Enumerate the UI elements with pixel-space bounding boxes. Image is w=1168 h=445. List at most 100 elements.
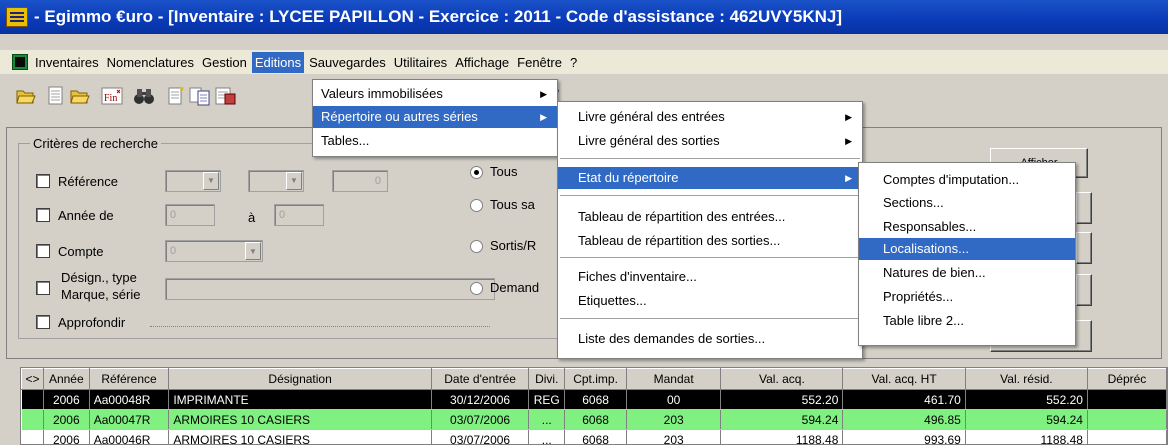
radio-tous-sauf-label: Tous sa (490, 197, 535, 212)
cell-annee: 2006 (43, 409, 90, 430)
radio-demandes[interactable] (470, 282, 483, 295)
menu-inventaires[interactable]: Inventaires (32, 52, 102, 73)
menu-utilitaires[interactable]: Utilitaires (391, 52, 450, 73)
menu-item-sections[interactable]: Sections... (859, 192, 1075, 214)
column-division[interactable]: Divi. (528, 368, 566, 390)
annee-checkbox[interactable] (36, 208, 50, 222)
menu-nomenclatures[interactable]: Nomenclatures (104, 52, 197, 73)
table-row[interactable]: 2006 Aa00046R ARMOIRES 10 CASIERS 03/07/… (21, 429, 1167, 444)
approfondir-checkbox[interactable] (36, 315, 50, 329)
menu-item-fiches-inventaire[interactable]: Fiches d'inventaire... (558, 266, 862, 288)
svg-text:Fin: Fin (104, 93, 117, 104)
side-button-1[interactable] (1076, 192, 1092, 224)
cell-val-acq: 1188.48 (720, 429, 844, 444)
designation-field[interactable] (165, 278, 495, 300)
column-val-acq-ht[interactable]: Val. acq. HT (842, 368, 966, 390)
cell-val-resid: 552.20 (965, 389, 1088, 410)
binoculars-icon[interactable] (132, 84, 156, 108)
radio-sortis[interactable] (470, 240, 483, 253)
approfondir-separator (150, 326, 490, 327)
menu-item-repertoire[interactable]: Répertoire ou autres séries ▶ (313, 106, 557, 128)
menu-affichage[interactable]: Affichage (452, 52, 512, 73)
column-annee[interactable]: Année (42, 368, 90, 390)
column-sort-header[interactable]: <> (21, 368, 44, 390)
search-criteria-title: Critères de recherche (30, 136, 161, 151)
cell-divi: ... (528, 409, 566, 430)
fin-icon[interactable]: Fin (100, 84, 124, 108)
menu-item-responsables[interactable]: Responsables... (859, 216, 1075, 238)
folder-open-icon[interactable] (14, 84, 38, 108)
menu-help[interactable]: ? (567, 52, 580, 73)
annee-to-field[interactable]: 0 (274, 204, 324, 226)
copy-icon[interactable] (188, 84, 212, 108)
column-deprec[interactable]: Dépréc (1086, 368, 1167, 390)
menu-item-valeurs-immobilisees[interactable]: Valeurs immobilisées ▶ (313, 83, 557, 105)
chevron-down-icon[interactable]: ▼ (286, 172, 302, 190)
radio-tous-sauf[interactable] (470, 199, 483, 212)
menu-item-etiquettes[interactable]: Etiquettes... (558, 290, 862, 312)
column-val-acq[interactable]: Val. acq. (720, 368, 844, 390)
menu-item-livre-sorties[interactable]: Livre général des sorties ▶ (558, 130, 862, 152)
properties-icon[interactable] (214, 84, 238, 108)
cell-cpt: 6068 (564, 429, 627, 444)
document-icon[interactable] (44, 84, 68, 108)
reference-combo-2[interactable]: ▼ (248, 170, 304, 192)
column-reference[interactable]: Référence (88, 368, 170, 390)
column-designation[interactable]: Désignation (168, 368, 432, 390)
cell-date: 30/12/2006 (431, 389, 530, 410)
app-icon[interactable] (6, 7, 28, 27)
table-row[interactable]: 2006 Aa00048R IMPRIMANTE 30/12/2006 REG … (21, 389, 1167, 410)
menu-item-etat-repertoire[interactable]: Etat du répertoire ▶ (558, 167, 862, 189)
menu-bar: Inventaires Nomenclatures Gestion Editio… (0, 50, 1168, 74)
column-cpt-imp[interactable]: Cpt.imp. (564, 368, 627, 390)
menu-item-natures-bien[interactable]: Natures de bien... (859, 262, 1075, 284)
menu-separator (560, 318, 860, 319)
menu-item-proprietes[interactable]: Propriétés... (859, 286, 1075, 308)
cell-reference: Aa00046R (89, 429, 170, 444)
folder-icon[interactable] (68, 84, 92, 108)
menu-fenetre[interactable]: Fenêtre (514, 52, 565, 73)
designation-checkbox[interactable] (36, 281, 50, 295)
cell-date: 03/07/2006 (431, 429, 530, 444)
annee-label: Année de (58, 208, 114, 223)
menu-editions[interactable]: Editions (251, 51, 305, 73)
reference-checkbox[interactable] (36, 174, 50, 188)
menu-item-tableau-sorties[interactable]: Tableau de répartition des sorties... (558, 230, 862, 252)
cell-designation: ARMOIRES 10 CASIERS (168, 409, 432, 430)
column-mandat[interactable]: Mandat (625, 368, 722, 390)
menu-item-livre-entrees[interactable]: Livre général des entrées ▶ (558, 106, 862, 128)
title-bar: - Egimmo €uro - [Inventaire : LYCEE PAPI… (0, 0, 1168, 34)
cell-annee: 2006 (43, 389, 90, 410)
reference-combo-1[interactable]: ▼ (165, 170, 221, 192)
menu-item-localisations[interactable]: Localisations... (859, 238, 1075, 260)
cell-mandat: 203 (626, 429, 722, 444)
annee-from-field[interactable]: 0 (165, 204, 215, 226)
chevron-down-icon[interactable]: ▼ (203, 172, 219, 190)
cell-val-ht: 461.70 (842, 389, 966, 410)
menu-item-table-libre-2[interactable]: Table libre 2... (859, 310, 1075, 332)
menu-item-liste-demandes[interactable]: Liste des demandes de sorties... (558, 328, 862, 350)
inventory-grid[interactable]: <> Année Référence Désignation Date d'en… (20, 367, 1168, 445)
radio-tous[interactable] (470, 166, 483, 179)
annee-to-label: à (248, 210, 256, 225)
menu-item-comptes-imputation[interactable]: Comptes d'imputation... (859, 169, 1075, 191)
child-window-icon[interactable] (12, 54, 28, 70)
reference-number-field[interactable]: 0 (332, 170, 388, 192)
menu-item-tables[interactable]: Tables... (313, 130, 557, 152)
chevron-down-icon[interactable]: ▼ (245, 242, 261, 260)
menu-sauvegardes[interactable]: Sauvegardes (306, 52, 389, 73)
column-date-entree[interactable]: Date d'entrée (430, 368, 530, 390)
table-row[interactable]: 2006 Aa00047R ARMOIRES 10 CASIERS 03/07/… (21, 409, 1167, 430)
menu-item-tableau-entrees[interactable]: Tableau de répartition des entrées... (558, 206, 862, 228)
cell-mandat: 203 (626, 409, 722, 430)
radio-sortis-label: Sortis/R (490, 238, 537, 253)
radio-demandes-label: Demand (490, 280, 540, 295)
side-button-3[interactable] (1076, 274, 1092, 306)
side-button-2[interactable] (1076, 232, 1092, 264)
column-val-resid[interactable]: Val. résid. (964, 368, 1088, 390)
designation-label-1: Désign., type (61, 270, 137, 285)
new-document-icon[interactable] (164, 84, 188, 108)
compte-checkbox[interactable] (36, 244, 50, 258)
cell-reference: Aa00048R (89, 389, 170, 410)
menu-gestion[interactable]: Gestion (199, 52, 250, 73)
